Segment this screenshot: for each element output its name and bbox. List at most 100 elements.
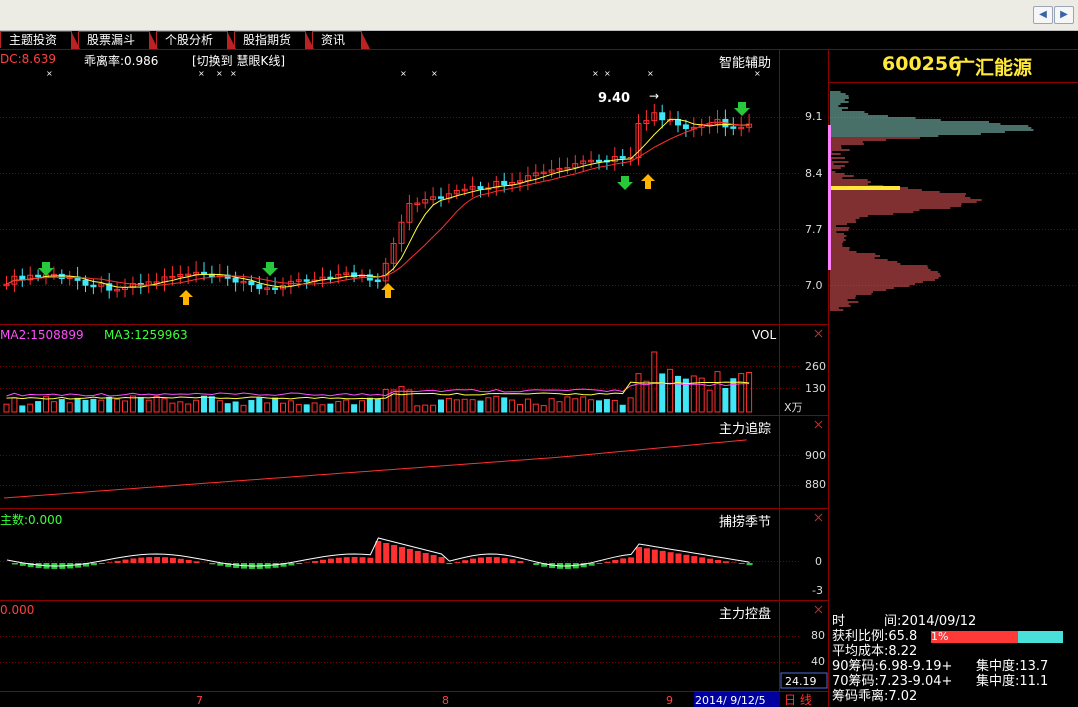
volume-bar <box>201 395 207 413</box>
volume-bar <box>493 395 500 413</box>
y-tick: 9.1 <box>805 110 823 123</box>
season-bar <box>636 547 642 563</box>
period-label[interactable]: 日 线 <box>784 693 812 707</box>
volume-bar <box>272 397 279 413</box>
season-bar <box>422 553 429 563</box>
volume-bar <box>659 373 666 413</box>
volume-bar <box>588 399 595 413</box>
profit-ratio-fill: 1% <box>931 631 1018 643</box>
candle-body <box>248 280 255 286</box>
price-high-label: 9.40 <box>598 91 630 106</box>
season-bar <box>193 561 200 563</box>
season-bar <box>391 545 398 563</box>
sell-signal-icon <box>617 176 633 190</box>
season-bar <box>707 558 714 563</box>
season-bar <box>691 556 698 563</box>
volume-bar <box>11 397 18 413</box>
volume-bar <box>240 404 247 413</box>
season-bar <box>430 555 437 563</box>
volume-bar <box>580 396 587 413</box>
season-bar <box>612 559 619 563</box>
volume-bars <box>3 351 753 413</box>
volume-bar <box>540 405 547 413</box>
x-tick: 9 <box>666 694 673 707</box>
volume-bar <box>382 388 389 413</box>
volume-bar <box>445 397 452 413</box>
signal-arrows: × × × × × × × × × × <box>38 69 761 305</box>
volume-bar <box>453 399 460 413</box>
season-bar <box>406 549 413 563</box>
season-title[interactable]: 捕捞季节 <box>719 511 771 530</box>
x-tick: 8 <box>442 694 449 707</box>
volume-bar <box>311 402 318 413</box>
season-bar <box>335 557 342 563</box>
season-bar <box>90 563 97 566</box>
chip-time-value: 间:2014/09/12 <box>884 614 977 629</box>
volume-bar <box>248 400 255 413</box>
y-tick: 7.7 <box>805 223 823 236</box>
candle-body <box>374 279 381 283</box>
volume-bar <box>66 402 73 413</box>
chip-90-range: 90筹码:6.98-9.19+ <box>832 659 953 674</box>
season-bar <box>296 563 303 565</box>
volume-bar <box>351 404 358 413</box>
season-bar <box>98 563 105 564</box>
volume-bar <box>359 400 365 413</box>
season-close-icon[interactable] <box>814 513 823 522</box>
chip-distribution <box>828 91 1034 311</box>
volume-bar <box>414 405 421 413</box>
main-panel-title[interactable]: 智能辅助 <box>719 52 771 71</box>
volume-bar <box>698 377 705 413</box>
candle-body <box>272 287 279 290</box>
season-bar <box>106 562 113 563</box>
volume-bar <box>169 402 176 413</box>
marker-dot: × <box>46 69 53 78</box>
tracking-line <box>3 439 747 499</box>
volume-bar <box>145 399 152 413</box>
season-bar <box>675 553 682 563</box>
vol-unit: X万 <box>784 401 803 414</box>
volume-bar <box>603 399 610 413</box>
ma-line <box>6 121 750 286</box>
control-current-value: 24.19 <box>785 675 817 688</box>
season-bar <box>722 561 729 563</box>
y-tick: 8.4 <box>805 167 823 180</box>
season-bar <box>114 560 121 563</box>
candle-body <box>90 284 97 288</box>
candle-body <box>438 196 444 199</box>
volume-bar <box>303 404 310 413</box>
volume-bar <box>738 373 745 413</box>
volume-bar <box>690 375 697 413</box>
stock-chart-area[interactable]: × × × × × × × × × × 9.40 → 9.1 8.4 7.7 7.0 260 13… <box>0 0 1078 707</box>
volume-bar <box>509 399 516 413</box>
volume-bar <box>706 389 713 413</box>
buy-signal-icon <box>179 290 193 305</box>
tracking-close-icon[interactable] <box>814 420 823 429</box>
volume-bar <box>422 404 429 413</box>
season-bar <box>699 557 706 563</box>
control-title[interactable]: 主力控盘 <box>719 603 771 622</box>
marker-dot: × <box>431 69 438 78</box>
volume-bar <box>746 371 753 413</box>
y-tick: 880 <box>805 478 826 491</box>
season-bar <box>683 554 690 563</box>
candle-body <box>58 273 65 280</box>
season-bar <box>383 543 390 563</box>
switch-kline-link[interactable]: [切换到 慧眼K线] <box>192 52 285 69</box>
tracking-title[interactable]: 主力追踪 <box>719 418 771 437</box>
volume-bar <box>185 403 192 413</box>
season-bar <box>533 563 540 566</box>
season-bar <box>138 557 145 563</box>
volume-bar <box>216 400 223 413</box>
volume-bar <box>335 401 342 413</box>
volume-bar <box>114 398 121 413</box>
ma3-indicator: MA3:1259963 <box>104 328 188 342</box>
volume-bar <box>264 402 271 413</box>
season-bar <box>667 552 674 563</box>
season-bar <box>643 548 650 563</box>
vol-close-icon[interactable] <box>814 329 823 338</box>
control-close-icon[interactable] <box>814 605 823 614</box>
chip-range-marker <box>828 125 831 270</box>
volume-bar <box>98 399 105 413</box>
vol-title[interactable]: VOL <box>752 328 776 342</box>
